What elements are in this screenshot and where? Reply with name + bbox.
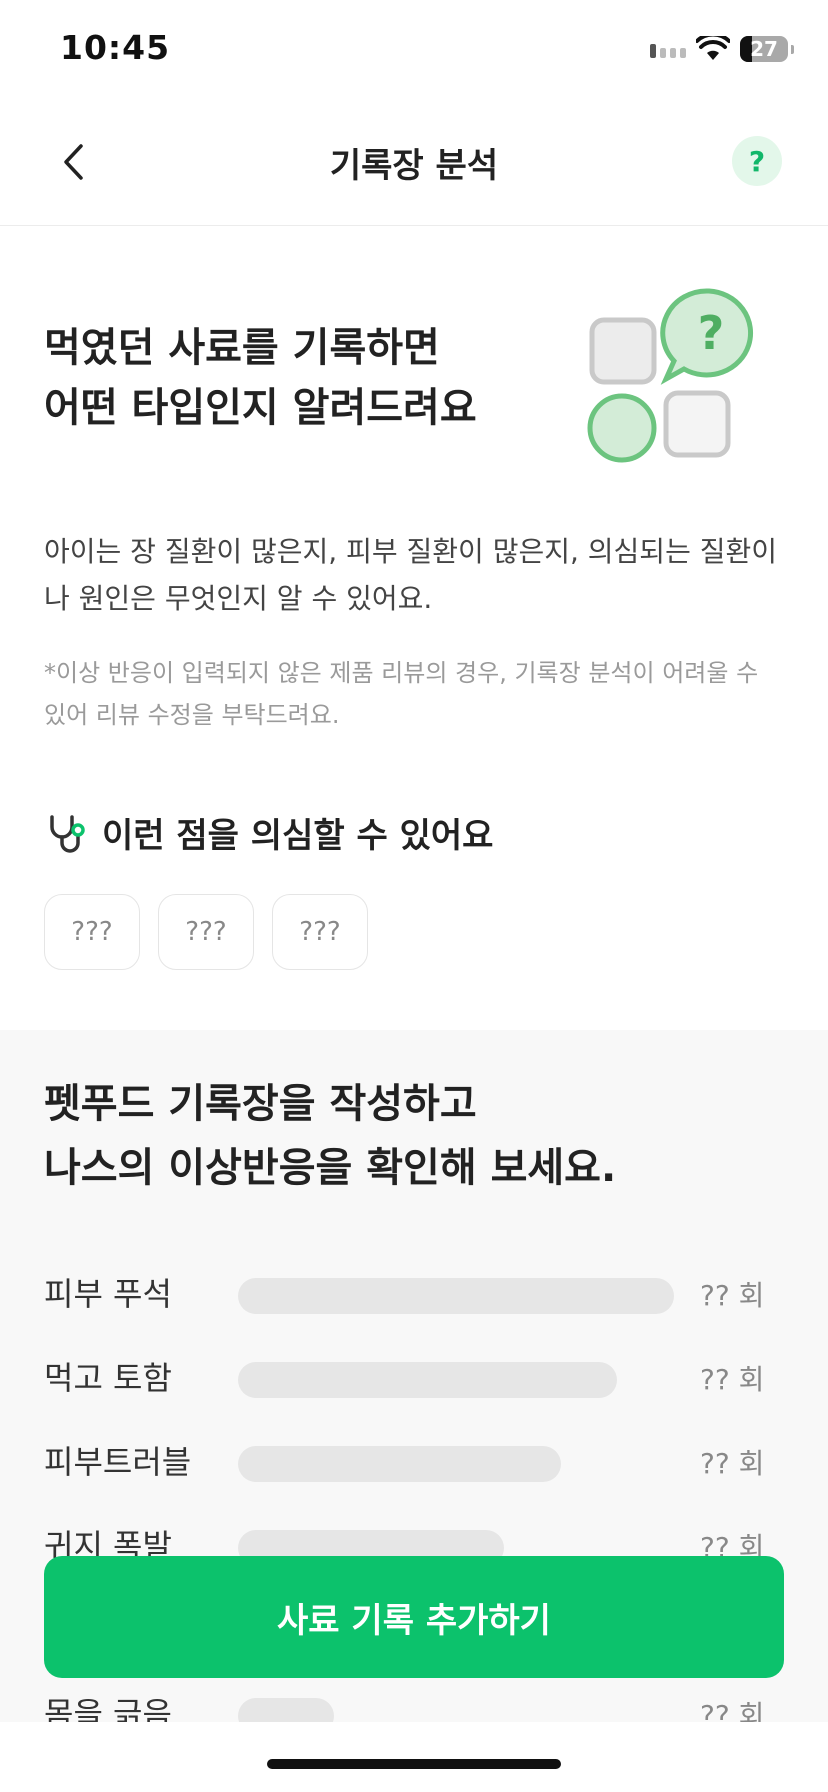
suspect-chip[interactable]: ??? [272,894,368,970]
cellular-signal-icon [650,44,686,58]
reaction-row: 피부 푸석 ?? 회 [0,1270,828,1318]
record-heading-line1: 펫푸드 기록장을 작성하고 [44,1081,477,1127]
reaction-count: ?? 회 [700,1447,765,1480]
help-button[interactable]: ? [732,136,782,186]
wifi-icon [696,36,730,60]
reaction-bar [238,1278,674,1314]
suspect-chip[interactable]: ??? [158,894,254,970]
stethoscope-icon [50,814,85,853]
home-indicator [267,1759,561,1769]
reaction-label: 피부 푸석 [44,1275,172,1313]
suspect-chips: ??? ??? ??? [44,894,368,970]
intro-heading-line1: 먹였던 사료를 기록하면 [44,325,440,371]
page-title: 기록장 분석 [329,146,499,186]
reaction-bar [238,1698,334,1722]
reaction-label: 피부트러블 [44,1443,192,1481]
reaction-label: 몸을 긁음 [44,1695,172,1722]
add-food-record-button[interactable]: 사료 기록 추가하기 [44,1556,784,1678]
illustration-question-mark: ? [698,306,725,360]
record-heading: 펫푸드 기록장을 작성하고 나스의 이상반응을 확인해 보세요. [44,1072,616,1200]
intro-heading-line2: 어떤 타입인지 알려드려요 [44,385,477,431]
suspect-section-title: 이런 점을 의심할 수 있어요 [44,808,493,857]
reaction-count: ?? 회 [700,1279,765,1312]
reaction-row: 몸을 긁음 ?? 회 [0,1690,828,1722]
reaction-row: 먹고 토함 ?? 회 [0,1354,828,1402]
record-heading-line2: 나스의 이상반응을 확인해 보세요. [44,1145,617,1191]
analysis-illustration-icon: ? [587,288,754,463]
suspect-chip[interactable]: ??? [44,894,140,970]
reaction-count: ?? 회 [700,1363,765,1396]
battery-icon: 27 [740,36,794,62]
reaction-row: 피부트러블 ?? 회 [0,1438,828,1486]
reaction-count: ?? 회 [700,1699,765,1722]
suspect-title-label: 이런 점을 의심할 수 있어요 [102,816,494,856]
header: 기록장 분석 ? [0,100,828,226]
status-bar: 10:45 27 [0,0,828,100]
reaction-bar [238,1446,561,1482]
reaction-bar [238,1362,617,1398]
status-time: 10:45 [60,28,171,67]
intro-note: *이상 반응이 입력되지 않은 제품 리뷰의 경우, 기록장 분석이 어려울 수… [44,659,759,729]
reaction-label: 먹고 토함 [44,1359,172,1397]
intro-description: 아이는 장 질환이 많은지, 피부 질환이 많은지, 의심되는 질환이나 원인은… [44,535,778,615]
intro-heading: 먹였던 사료를 기록하면 어떤 타입인지 알려드려요 [44,318,524,438]
battery-level: 27 [750,37,778,61]
